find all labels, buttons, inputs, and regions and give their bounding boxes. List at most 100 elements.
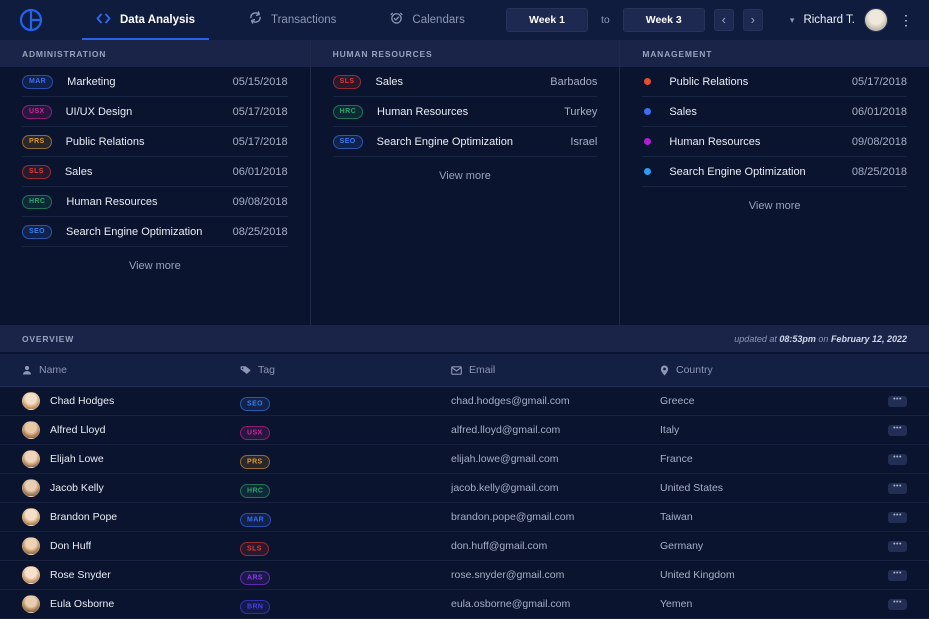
- tag-badge: PRS: [240, 454, 270, 469]
- tag-badge: SEO: [240, 396, 270, 411]
- management-panel: MANAGEMENT Public Relations 05/17/2018 S…: [619, 40, 929, 325]
- cell-name: Chad Hodges: [50, 395, 115, 407]
- week-range-controls: Week 1 to Week 3 ‹ ›: [505, 8, 763, 32]
- list-item[interactable]: SEO Search Engine Optimization Israel: [332, 127, 598, 157]
- updated-timestamp: updated at 08:53pm on February 12, 2022: [734, 333, 907, 344]
- cell-email: jacob.kelly@gmail.com: [451, 482, 559, 494]
- row-actions-button[interactable]: •••: [888, 569, 907, 581]
- tag-badge: BRN: [240, 599, 271, 614]
- week-from-button[interactable]: Week 1: [505, 8, 588, 32]
- app-logo-icon[interactable]: [16, 5, 46, 35]
- tab-label: Data Analysis: [120, 14, 195, 26]
- tag-badge: HRC: [240, 483, 271, 498]
- avatar: [22, 508, 40, 526]
- column-header-tag[interactable]: Tag: [240, 364, 451, 376]
- cell-email: elijah.lowe@gmail.com: [451, 453, 559, 465]
- list-item[interactable]: Human Resources 09/08/2018: [642, 127, 907, 157]
- table-row[interactable]: Chad Hodges SEO chad.hodges@gmail.com Gr…: [0, 387, 929, 416]
- sync-icon: [249, 11, 262, 29]
- table-row[interactable]: Eula Osborne BRN eula.osborne@gmail.com …: [0, 590, 929, 619]
- item-label: Public Relations: [65, 135, 145, 148]
- tag-badge: MAR: [22, 74, 54, 89]
- list-item[interactable]: Sales 06/01/2018: [642, 97, 907, 127]
- chevron-left-icon[interactable]: ‹: [713, 9, 734, 31]
- table-row[interactable]: Jacob Kelly HRC jacob.kelly@gmail.com Un…: [0, 474, 929, 503]
- cell-email: alfred.lloyd@gmail.com: [451, 424, 561, 436]
- table-header: Name Tag Email Country: [0, 354, 929, 387]
- list-item[interactable]: HRC Human Resources Turkey: [332, 97, 598, 127]
- tag-badge: HRC: [22, 194, 53, 209]
- row-actions-button[interactable]: •••: [888, 598, 907, 610]
- cell-name: Don Huff: [50, 540, 92, 552]
- row-actions-button[interactable]: •••: [888, 511, 907, 523]
- tab-data-analysis[interactable]: Data Analysis: [82, 0, 209, 40]
- table-row[interactable]: Elijah Lowe PRS elijah.lowe@gmail.com Fr…: [0, 445, 929, 474]
- table-row[interactable]: Rose Snyder ARS rose.snyder@gmail.com Un…: [0, 561, 929, 590]
- week-range-to-label: to: [600, 14, 610, 26]
- caret-down-icon[interactable]: ▾: [790, 15, 795, 26]
- table-row[interactable]: Alfred Lloyd USX alfred.lloyd@gmail.com …: [0, 416, 929, 445]
- column-header-name[interactable]: Name: [22, 364, 240, 376]
- item-date: 05/17/2018: [232, 105, 288, 118]
- tab-calendars[interactable]: Calendars: [376, 0, 478, 40]
- row-actions-button[interactable]: •••: [888, 395, 907, 407]
- code-icon: [96, 11, 111, 29]
- tag-badge: ARS: [240, 570, 270, 585]
- cell-country: Taiwan: [660, 511, 693, 523]
- row-actions-button[interactable]: •••: [888, 482, 907, 494]
- item-label: Sales: [375, 75, 404, 88]
- user-avatar[interactable]: [864, 8, 888, 32]
- row-actions-button[interactable]: •••: [888, 540, 907, 552]
- week-to-button[interactable]: Week 3: [622, 8, 705, 32]
- list-item[interactable]: SLS Sales Barbados: [332, 67, 598, 97]
- cell-name: Brandon Pope: [50, 511, 118, 523]
- list-item[interactable]: MAR Marketing 05/15/2018: [22, 67, 288, 97]
- column-header-country[interactable]: Country: [660, 364, 860, 376]
- tab-label: Transactions: [271, 14, 337, 26]
- mail-icon: [451, 365, 462, 375]
- list-item[interactable]: PRS Public Relations 05/17/2018: [22, 127, 288, 157]
- list-item[interactable]: Search Engine Optimization 08/25/2018: [642, 157, 907, 187]
- item-label: Human Resources: [377, 105, 469, 118]
- user-name[interactable]: Richard T.: [803, 14, 855, 26]
- item-label: Human Resources: [669, 135, 761, 148]
- view-more-link[interactable]: View more: [22, 247, 288, 285]
- row-actions-button[interactable]: •••: [888, 453, 907, 465]
- table-row[interactable]: Don Huff SLS don.huff@gmail.com Germany …: [0, 532, 929, 561]
- avatar: [22, 595, 40, 613]
- cell-email: brandon.pope@gmail.com: [451, 511, 575, 523]
- column-header-email[interactable]: Email: [451, 364, 660, 376]
- item-date: 09/08/2018: [851, 135, 907, 148]
- cell-name: Alfred Lloyd: [50, 424, 106, 436]
- panel-title: MANAGEMENT: [642, 48, 713, 59]
- tab-label: Calendars: [412, 14, 465, 26]
- cell-country: United Kingdom: [660, 569, 735, 581]
- table-row[interactable]: Brandon Pope MAR brandon.pope@gmail.com …: [0, 503, 929, 532]
- user-icon: [23, 365, 31, 375]
- tag-badge: MAR: [240, 512, 272, 527]
- alarm-clock-icon: [390, 11, 403, 29]
- human-resources-panel: HUMAN RESOURCES SLS Sales Barbados HRC H…: [309, 40, 620, 325]
- view-more-link[interactable]: View more: [642, 187, 907, 225]
- overview-header: OVERVIEW updated at 08:53pm on February …: [0, 325, 929, 354]
- row-actions-button[interactable]: •••: [888, 424, 907, 436]
- chevron-right-icon[interactable]: ›: [742, 9, 763, 31]
- list-item[interactable]: HRC Human Resources 09/08/2018: [22, 187, 288, 217]
- tag-badge: SLS: [332, 74, 362, 89]
- avatar: [22, 566, 40, 584]
- view-more-link[interactable]: View more: [333, 157, 598, 195]
- avatar: [22, 537, 40, 555]
- tag-badge: USX: [240, 425, 270, 440]
- list-item[interactable]: SLS Sales 06/01/2018: [22, 157, 288, 187]
- item-country: Israel: [570, 135, 598, 148]
- kebab-menu-icon[interactable]: ⋮: [897, 12, 915, 29]
- tag-badge: HRC: [332, 104, 364, 119]
- top-nav: Data Analysis Transactions Calendars Wee…: [0, 0, 929, 40]
- item-label: Search Engine Optimization: [669, 165, 806, 178]
- list-item[interactable]: SEO Search Engine Optimization 08/25/201…: [22, 217, 288, 247]
- tab-transactions[interactable]: Transactions: [235, 0, 350, 40]
- section-columns: ADMINISTRATION MAR Marketing 05/15/2018 …: [0, 40, 929, 325]
- pin-icon: [660, 365, 669, 375]
- list-item[interactable]: Public Relations 05/17/2018: [642, 67, 907, 97]
- list-item[interactable]: USX UI/UX Design 05/17/2018: [22, 97, 288, 127]
